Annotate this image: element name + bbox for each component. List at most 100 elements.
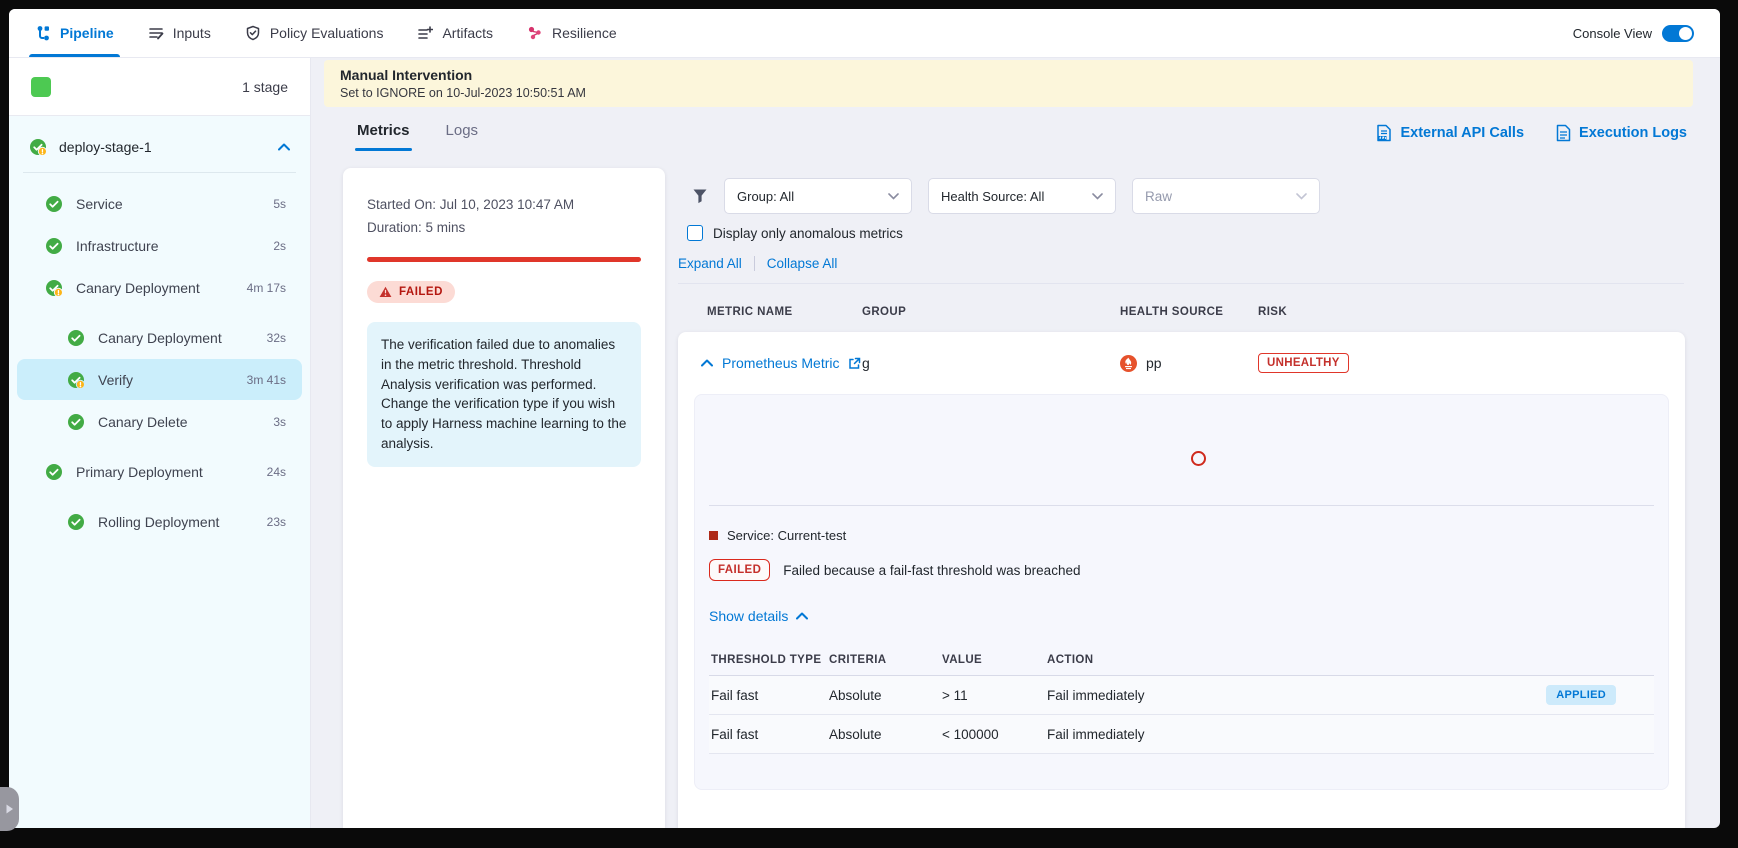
nav-tab-policy-evaluations[interactable]: Policy Evaluations [245, 9, 384, 57]
anomalous-checkbox[interactable] [687, 225, 703, 241]
step-label: Canary Deployment [76, 280, 247, 296]
expand-all-link[interactable]: Expand All [678, 256, 742, 271]
stage-name: deploy-stage-1 [59, 139, 266, 155]
criteria-cell: Absolute [829, 688, 942, 703]
nav-tab-label: Artifacts [442, 25, 493, 41]
step-canary-delete[interactable]: Canary Delete 3s [17, 401, 302, 442]
tab-logs[interactable]: Logs [446, 122, 479, 151]
threshold-type-cell: Fail fast [709, 727, 829, 742]
nav-tab-inputs[interactable]: Inputs [148, 9, 211, 57]
action-cell: Fail immediately APPLIED [1047, 685, 1654, 705]
stage-row-deploy-stage-1[interactable]: deploy-stage-1 [9, 130, 310, 164]
legend-swatch [709, 531, 718, 540]
step-canary-deployment[interactable]: Canary Deployment 32s [17, 317, 302, 358]
step-duration: 2s [273, 239, 286, 253]
step-duration: 3m 41s [247, 373, 286, 387]
manual-intervention-banner: Manual Intervention Set to IGNORE on 10-… [324, 60, 1693, 107]
step-duration: 23s [267, 515, 286, 529]
step-service[interactable]: Service 5s [17, 183, 302, 224]
artifacts-icon [417, 25, 433, 41]
stage-status-chip[interactable] [31, 77, 51, 97]
stage-sidebar: 1 stage deploy-stage-1 Service 5s Infra [9, 58, 311, 828]
success-icon [67, 413, 85, 431]
health-source-filter-dropdown[interactable]: Health Source: All [928, 178, 1116, 214]
step-rolling-deployment[interactable]: Rolling Deployment 23s [17, 501, 302, 542]
threshold-table-header: THRESHOLD TYPE CRITERIA VALUE ACTION [709, 648, 1654, 676]
step-label: Canary Deployment [98, 330, 267, 346]
stage-count: 1 stage [242, 79, 288, 95]
success-icon [45, 195, 63, 213]
anomaly-data-point[interactable] [1191, 451, 1206, 466]
anomalous-checkbox-label: Display only anomalous metrics [713, 226, 903, 241]
expand-collapse-row: Expand All Collapse All [678, 256, 837, 271]
col-action-label: ACTION [1047, 654, 1093, 666]
col-health-source: HEALTH SOURCE [1120, 306, 1258, 318]
pipeline-icon [35, 25, 51, 41]
success-icon [67, 513, 85, 531]
metric-chart [709, 395, 1654, 506]
step-label: Infrastructure [76, 238, 273, 254]
collapse-all-link[interactable]: Collapse All [767, 256, 838, 271]
divider [678, 283, 1684, 284]
metric-risk-cell: UNHEALTHY [1258, 353, 1685, 373]
metric-group-cell: g [862, 355, 1120, 371]
threshold-row: Fail fast Absolute < 100000 Fail immedia… [709, 715, 1654, 754]
tab-metrics[interactable]: Metrics [357, 122, 410, 151]
metrics-table-header: METRIC NAME GROUP HEALTH SOURCE RISK [678, 306, 1685, 318]
legend-label: Service: Current-test [727, 528, 846, 543]
step-label: Service [76, 196, 273, 212]
execution-logs-link[interactable]: Execution Logs [1556, 124, 1687, 142]
nav-tabs: Pipeline Inputs Policy Evaluations Artif… [35, 9, 617, 57]
metric-name-link[interactable]: Prometheus Metric [722, 355, 839, 371]
step-verify[interactable]: Verify 3m 41s [17, 359, 302, 400]
warning-success-icon [67, 371, 85, 389]
external-link-icon[interactable] [848, 357, 861, 370]
step-infrastructure[interactable]: Infrastructure 2s [17, 225, 302, 266]
warning-triangle-icon [379, 286, 392, 298]
col-value: VALUE [942, 654, 1047, 666]
verification-summary-card: Started On: Jul 10, 2023 10:47 AM Durati… [343, 168, 665, 828]
step-primary-deployment[interactable]: Primary Deployment 24s [17, 451, 302, 492]
metric-health-source-cell: pp [1120, 355, 1258, 372]
prometheus-icon [1120, 355, 1137, 372]
show-details-toggle[interactable]: Show details [709, 608, 1654, 624]
divider [754, 256, 755, 271]
step-duration: 32s [267, 331, 286, 345]
step-label: Rolling Deployment [98, 514, 267, 530]
console-view-control: Console View [1573, 25, 1694, 42]
metric-name-cell: Prometheus Metric [678, 355, 862, 371]
top-nav: Pipeline Inputs Policy Evaluations Artif… [9, 9, 1720, 58]
nav-tab-pipeline[interactable]: Pipeline [35, 9, 114, 57]
step-label: Primary Deployment [76, 464, 267, 480]
banner-title: Manual Intervention [340, 67, 1677, 83]
document-icon [1556, 124, 1571, 142]
nav-tab-resilience[interactable]: Resilience [527, 9, 617, 57]
chevron-up-icon[interactable] [701, 359, 713, 367]
chevron-up-icon[interactable] [278, 143, 290, 151]
col-action: ACTION [1047, 654, 1654, 666]
external-api-calls-link[interactable]: External API Calls [1376, 124, 1524, 142]
started-on: Started On: Jul 10, 2023 10:47 AM [367, 194, 641, 217]
metric-row[interactable]: Prometheus Metric g pp UNHEALTHY [678, 332, 1685, 394]
step-label: Verify [98, 372, 247, 388]
console-view-toggle[interactable] [1662, 25, 1694, 42]
console-view-label: Console View [1573, 26, 1652, 41]
app-window: Pipeline Inputs Policy Evaluations Artif… [9, 9, 1720, 828]
group-filter-dropdown[interactable]: Group: All [724, 178, 912, 214]
nav-tab-artifacts[interactable]: Artifacts [417, 9, 493, 57]
divider [23, 172, 296, 173]
raw-filter-dropdown[interactable]: Raw [1132, 178, 1320, 214]
nav-tab-label: Pipeline [60, 25, 114, 41]
success-icon [67, 329, 85, 347]
col-group: GROUP [862, 306, 1120, 318]
threshold-row: Fail fast Absolute > 11 Fail immediately… [709, 676, 1654, 715]
panel-expand-handle[interactable] [0, 787, 19, 831]
anomalous-filter-row: Display only anomalous metrics [687, 225, 903, 241]
view-tabs: Metrics Logs [357, 122, 478, 151]
filter-icon[interactable] [692, 188, 708, 204]
threshold-table: THRESHOLD TYPE CRITERIA VALUE ACTION Fai… [709, 648, 1654, 754]
failed-progress-bar [367, 257, 641, 262]
action-label: Fail immediately [1047, 688, 1145, 703]
col-metric-name: METRIC NAME [678, 306, 862, 318]
step-canary-deployment-group[interactable]: Canary Deployment 4m 17s [17, 267, 302, 308]
